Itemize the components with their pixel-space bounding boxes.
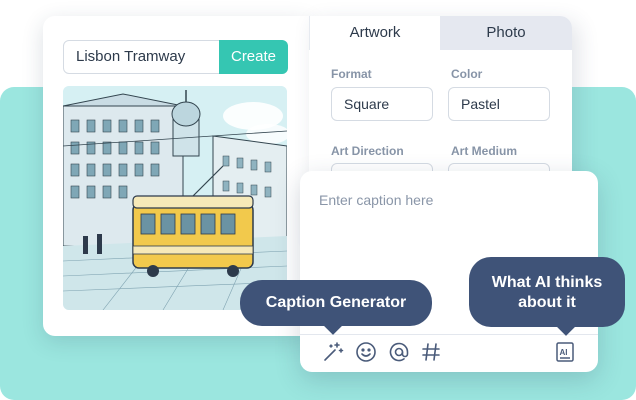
- at-icon[interactable]: [386, 339, 412, 365]
- art-medium-label: Art Medium: [451, 144, 517, 158]
- magic-wand-icon[interactable]: [320, 339, 346, 365]
- prompt-value: Lisbon Tramway: [76, 48, 186, 65]
- ai-tooltip-line1: What AI thinks: [491, 274, 603, 291]
- format-select[interactable]: Square: [331, 87, 433, 121]
- create-button[interactable]: Create: [219, 40, 288, 74]
- toolbar-divider: [300, 334, 598, 335]
- tab-photo[interactable]: Photo: [440, 16, 572, 50]
- art-direction-label: Art Direction: [331, 144, 404, 158]
- hashtag-icon[interactable]: [418, 339, 444, 365]
- format-label: Format: [331, 67, 372, 81]
- ai-opinion-tooltip: What AI thinks about it: [469, 257, 625, 327]
- svg-text:AI: AI: [560, 348, 568, 357]
- ai-tooltip-line2: about it: [518, 294, 576, 311]
- ai-document-icon[interactable]: AI: [552, 339, 578, 365]
- tab-artwork[interactable]: Artwork: [309, 16, 440, 50]
- generated-artwork-image: [63, 86, 287, 310]
- color-label: Color: [451, 67, 483, 81]
- color-select[interactable]: Pastel: [448, 87, 550, 121]
- caption-input[interactable]: Enter caption here: [319, 192, 433, 208]
- emoji-icon[interactable]: [353, 339, 379, 365]
